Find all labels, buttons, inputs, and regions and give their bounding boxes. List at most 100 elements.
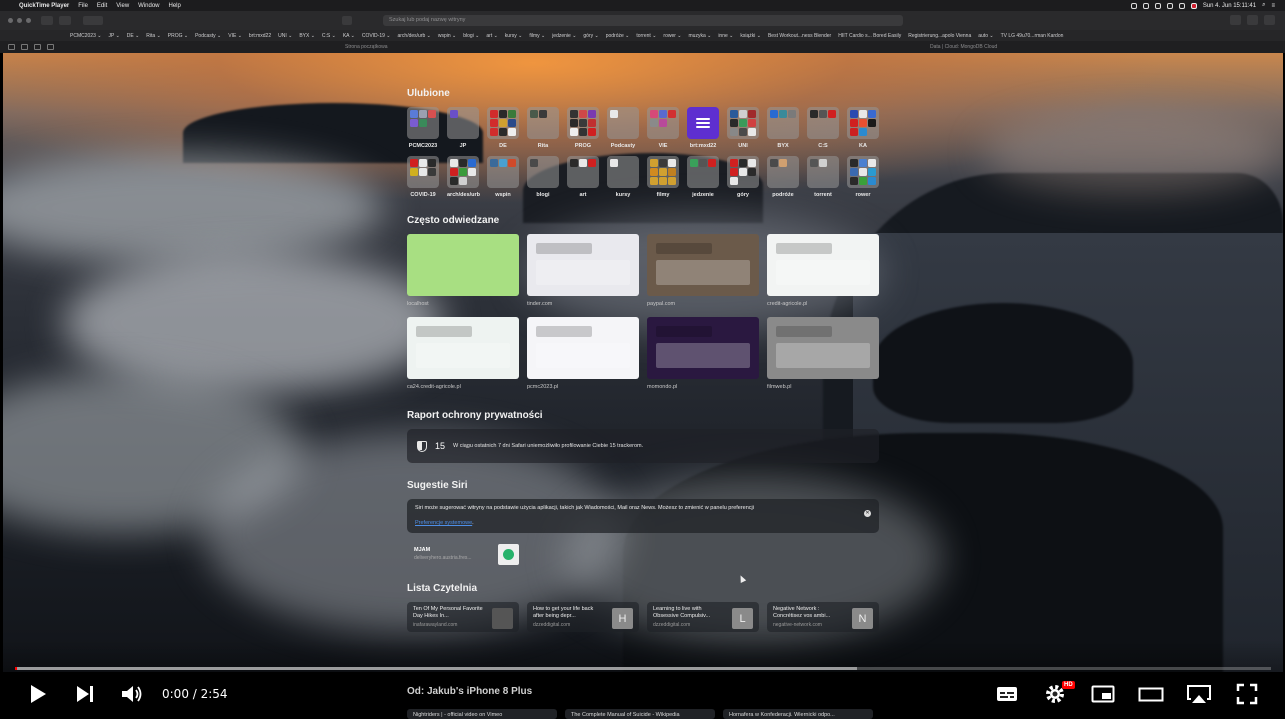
iphone-tab-item[interactable]: Nightriders | - official video on Vimeo: [407, 709, 557, 719]
bookmark-item[interactable]: Podcasty ⌄: [195, 33, 221, 39]
reading-list-item[interactable]: Learning to live with Obsessive Compulsi…: [647, 602, 759, 632]
favorite-item[interactable]: KA: [847, 107, 879, 150]
miniplayer-icon[interactable]: [1091, 683, 1115, 705]
app-menu[interactable]: QuickTime Player: [19, 3, 69, 9]
favorite-item[interactable]: VIE: [647, 107, 679, 150]
bookmark-item[interactable]: BYX ⌄: [299, 33, 315, 39]
bookmark-item[interactable]: blogi ⌄: [463, 33, 479, 39]
favorite-item[interactable]: JP: [447, 107, 479, 150]
tab-icon[interactable]: [21, 44, 28, 50]
bookmark-item[interactable]: Best Workout...ness Blender: [768, 33, 831, 39]
menu-file[interactable]: File: [78, 3, 88, 9]
status-icon[interactable]: [1130, 2, 1137, 9]
bookmark-item[interactable]: wspin ⌄: [438, 33, 456, 39]
bookmark-item[interactable]: TV LG 49u70...rman Kardon: [1001, 33, 1064, 39]
theater-mode-icon[interactable]: [1138, 683, 1164, 705]
bookmark-item[interactable]: PROG ⌄: [168, 33, 188, 39]
favorite-item[interactable]: podróże: [767, 156, 799, 199]
iphone-tab-item[interactable]: The Complete Manual of Suicide - Wikiped…: [565, 709, 715, 719]
favorite-item[interactable]: góry: [727, 156, 759, 199]
frequent-site[interactable]: tinder.com: [527, 234, 639, 307]
bookmark-item[interactable]: książki ⌄: [740, 33, 761, 39]
favorite-item[interactable]: Rita: [527, 107, 559, 150]
airplay-icon[interactable]: [1186, 683, 1212, 705]
iphone-tab-item[interactable]: Hornafera w Konfederacji. Wiernicki odpo…: [723, 709, 873, 719]
favorite-item[interactable]: brt:mxd22: [687, 107, 719, 150]
bookmark-item[interactable]: KA ⌄: [343, 33, 355, 39]
spotlight-icon[interactable]: ⌕: [1262, 2, 1265, 9]
close-icon[interactable]: ✕: [864, 510, 871, 517]
bookmark-item[interactable]: DE ⌄: [127, 33, 140, 39]
bookmark-item[interactable]: UNI ⌄: [278, 33, 292, 39]
tab-mongodb[interactable]: Data | Cloud: MongoDB Cloud: [930, 44, 997, 50]
siri-suggestion[interactable]: MJAM deliveryhero.austria.fres...: [407, 541, 519, 567]
sidebar-icon[interactable]: [8, 44, 15, 50]
bookmark-item[interactable]: arch/des/urb ⌄: [397, 33, 430, 39]
bookmark-item[interactable]: JP ⌄: [108, 33, 119, 39]
reading-list-item[interactable]: How to get your life back after being de…: [527, 602, 639, 632]
frequent-site[interactable]: momondo.pl: [647, 317, 759, 390]
favorite-item[interactable]: arch/des/urb: [447, 156, 480, 199]
bookmark-item[interactable]: Registrierung...apolo Vienna: [908, 33, 971, 39]
favorite-item[interactable]: art: [567, 156, 599, 199]
bookmark-item[interactable]: C:S ⌄: [322, 33, 336, 39]
menu-window[interactable]: Window: [138, 3, 159, 9]
privacy-shield-icon[interactable]: [342, 16, 352, 25]
favorite-item[interactable]: rower: [847, 156, 879, 199]
bookmark-item[interactable]: COVID-19 ⌄: [362, 33, 391, 39]
sidebar-button[interactable]: [83, 16, 103, 25]
frequent-site[interactable]: credit-agricole.pl: [767, 234, 879, 307]
favorite-item[interactable]: C:S: [807, 107, 839, 150]
frequent-site[interactable]: paypal.com: [647, 234, 759, 307]
bookmark-item[interactable]: HIIT Cardio s... Bored Easily: [838, 33, 901, 39]
tab-icon[interactable]: [47, 44, 54, 50]
menu-view[interactable]: View: [116, 3, 129, 9]
status-icon[interactable]: [1142, 2, 1149, 9]
bookmark-item[interactable]: Rita ⌄: [146, 33, 160, 39]
favorite-item[interactable]: Podcasty: [607, 107, 639, 150]
new-tab-icon[interactable]: [1247, 15, 1258, 25]
bookmark-item[interactable]: rower ⌄: [663, 33, 681, 39]
play-icon[interactable]: [28, 683, 48, 705]
volume-icon[interactable]: [1178, 2, 1185, 9]
favorite-item[interactable]: COVID-19: [407, 156, 439, 199]
fullscreen-icon[interactable]: [1236, 683, 1258, 705]
favorite-item[interactable]: kursy: [607, 156, 639, 199]
bookmark-item[interactable]: art ⌄: [486, 33, 497, 39]
favorite-item[interactable]: jedzenie: [687, 156, 719, 199]
wifi-icon[interactable]: [1166, 2, 1173, 9]
bookmark-item[interactable]: góry ⌄: [583, 33, 598, 39]
flag-icon[interactable]: [1190, 2, 1197, 9]
favorite-item[interactable]: filmy: [647, 156, 679, 199]
control-center-icon[interactable]: ≡: [1271, 3, 1275, 9]
bookmark-item[interactable]: inne ⌄: [718, 33, 733, 39]
back-button[interactable]: [41, 16, 53, 25]
favorite-item[interactable]: blogi: [527, 156, 559, 199]
bookmark-item[interactable]: podróże ⌄: [606, 33, 630, 39]
privacy-report[interactable]: 15 W ciągu ostatnich 7 dni Safari uniemo…: [407, 429, 879, 463]
menu-edit[interactable]: Edit: [97, 3, 107, 9]
favorite-item[interactable]: DE: [487, 107, 519, 150]
status-icon[interactable]: [1154, 2, 1161, 9]
favorite-item[interactable]: wspin: [487, 156, 519, 199]
reading-list-item[interactable]: Ten Of My Personal Favorite Day Hikes In…: [407, 602, 519, 632]
bookmark-item[interactable]: auto ⌄: [978, 33, 993, 39]
address-bar[interactable]: Szukaj lub podaj nazwę witryny: [383, 15, 903, 26]
bookmark-item[interactable]: kursy ⌄: [505, 33, 523, 39]
bookmark-item[interactable]: PCMC2023 ⌄: [70, 33, 101, 39]
frequent-site[interactable]: ca24.credit-agricole.pl: [407, 317, 519, 390]
frequent-site[interactable]: filmweb.pl: [767, 317, 879, 390]
bookmark-item[interactable]: brt:mxd22: [249, 33, 271, 39]
bookmark-item[interactable]: VIE ⌄: [228, 33, 242, 39]
volume-icon[interactable]: [120, 683, 144, 705]
bookmark-item[interactable]: jedzenie ⌄: [552, 33, 576, 39]
bookmark-item[interactable]: torrent ⌄: [636, 33, 656, 39]
subtitles-icon[interactable]: [996, 683, 1018, 705]
forward-button[interactable]: [59, 16, 71, 25]
frequent-site[interactable]: pcmc2023.pl: [527, 317, 639, 390]
tab-start-page[interactable]: Strona początkowa: [345, 44, 388, 50]
bookmark-item[interactable]: muzyka ⌄: [689, 33, 712, 39]
system-preferences-link[interactable]: Preferencje systemowe: [415, 520, 472, 526]
favorite-item[interactable]: torrent: [807, 156, 839, 199]
share-icon[interactable]: [1230, 15, 1241, 25]
